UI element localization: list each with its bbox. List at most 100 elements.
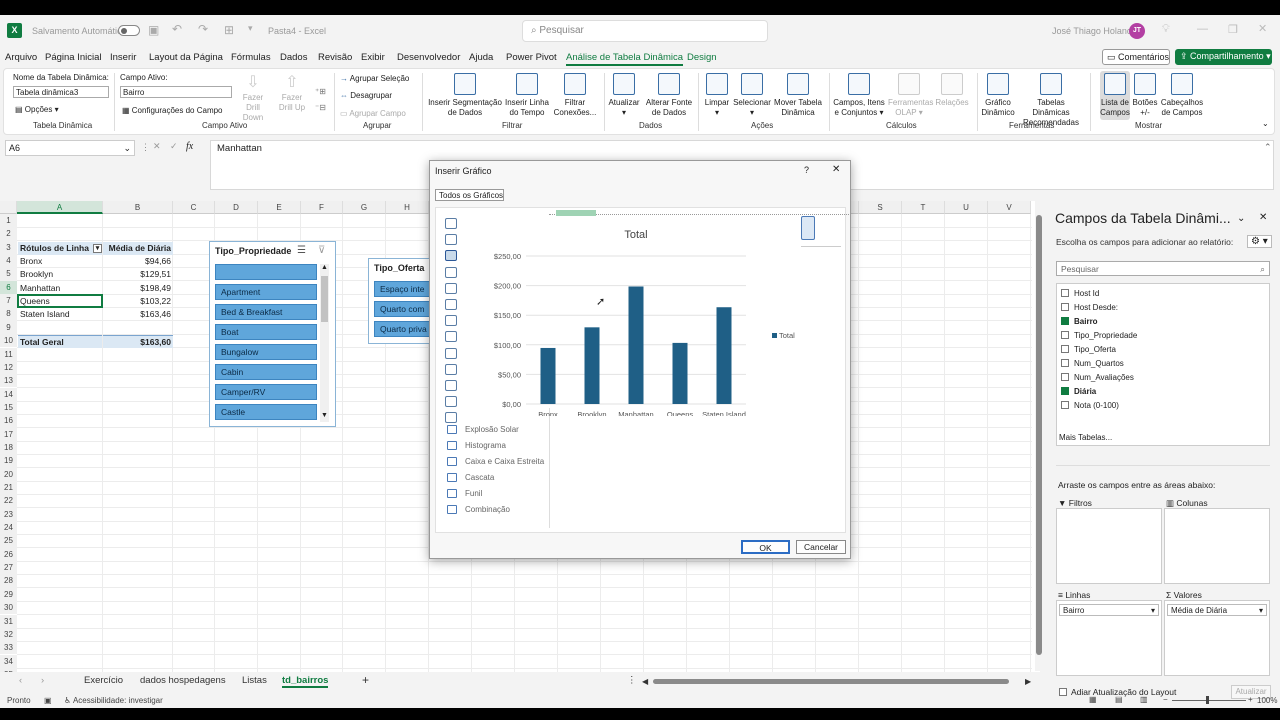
ok-button[interactable]: OK: [741, 540, 790, 554]
quick-access-icon[interactable]: ⊞: [224, 23, 234, 37]
prev-sheet-icon[interactable]: ‹: [19, 675, 22, 686]
scatter-chart-icon[interactable]: [445, 331, 457, 343]
checkbox-icon[interactable]: [1061, 387, 1069, 395]
pivot-chart-button[interactable]: Gráfico Dinâmico: [978, 73, 1018, 118]
tab-all-charts[interactable]: Todos os Gráficos: [435, 189, 504, 201]
column-header[interactable]: A: [17, 201, 103, 214]
change-source-button[interactable]: Alterar Fonte de Dados: [642, 73, 696, 118]
expand-formula-icon[interactable]: ⌃: [1264, 142, 1272, 153]
row-header[interactable]: 19: [0, 454, 17, 468]
slicer-item[interactable]: Cabin: [215, 364, 317, 380]
scroll-up-icon[interactable]: ▲: [321, 264, 328, 271]
column-header[interactable]: G: [343, 201, 386, 214]
insert-slicer-button[interactable]: Inserir Segmentação de Dados: [426, 73, 504, 118]
rows-area[interactable]: Bairro ▾: [1056, 600, 1162, 676]
chart-type-item[interactable]: Explosão Solar: [447, 425, 519, 435]
field-item[interactable]: Diária: [1061, 387, 1096, 396]
row-header[interactable]: 11: [0, 347, 17, 361]
scroll-thumb[interactable]: [321, 276, 328, 322]
field-search-input[interactable]: Pesquisar ⌕: [1056, 261, 1270, 276]
accessibility-status[interactable]: ♿︎ Acessibilidade: investigar: [64, 696, 163, 705]
column-header[interactable]: D: [215, 201, 258, 214]
relationships-button[interactable]: Relações: [932, 73, 972, 108]
row-header[interactable]: 26: [0, 547, 17, 562]
row-header[interactable]: 32: [0, 627, 17, 642]
row-header[interactable]: 24: [0, 521, 17, 535]
values-area[interactable]: Média de Diária ▾: [1164, 600, 1270, 676]
scroll-down-icon[interactable]: ▼: [321, 412, 328, 419]
checkbox-icon[interactable]: [1061, 331, 1069, 339]
pivot-row-value[interactable]: $103,22: [103, 295, 173, 308]
pivot-row-label[interactable]: Manhattan: [18, 282, 102, 295]
row-header[interactable]: 22: [0, 494, 17, 508]
expand-field-icon[interactable]: ⁺⊞: [315, 87, 326, 96]
slicer-item[interactable]: Espaço inte: [374, 281, 434, 297]
restore-icon[interactable]: ❐: [1228, 23, 1238, 36]
values-field-item[interactable]: Média de Diária ▾: [1167, 604, 1267, 616]
checkbox-icon[interactable]: [1061, 359, 1069, 367]
checkbox-icon[interactable]: [1061, 317, 1069, 325]
comments-button[interactable]: ▭ Comentários: [1102, 49, 1170, 65]
row-header[interactable]: 6: [0, 280, 17, 295]
share-button[interactable]: ⇪ Compartilhamento ▾: [1175, 49, 1272, 65]
clear-button[interactable]: Limpar ▾: [700, 73, 734, 118]
chart-type-item[interactable]: Caixa e Caixa Estreita: [447, 457, 544, 467]
map-chart-icon[interactable]: [445, 347, 457, 359]
field-item[interactable]: Bairro: [1061, 317, 1098, 326]
page-break-icon[interactable]: ▥: [1140, 695, 1148, 704]
refresh-button[interactable]: Atualizar ▾: [606, 73, 642, 118]
normal-view-icon[interactable]: ▦: [1089, 695, 1097, 704]
checkbox-icon[interactable]: [1061, 303, 1069, 311]
cancel-button[interactable]: Cancelar: [796, 540, 846, 554]
active-field-input[interactable]: Bairro: [120, 86, 232, 98]
scroll-right-icon[interactable]: ▶: [1025, 677, 1031, 686]
pivot-total-label[interactable]: Total Geral: [18, 335, 102, 348]
slicer-tipo-propriedade[interactable]: Tipo_Propriedade ☰ ⊽ Apartment Bed & Brea…: [209, 241, 336, 427]
pivot-row-label[interactable]: Bronx: [18, 255, 102, 268]
row-header[interactable]: 18: [0, 440, 17, 455]
recent-icon[interactable]: [445, 218, 457, 229]
add-sheet-icon[interactable]: +: [362, 673, 369, 687]
row-header[interactable]: 30: [0, 601, 17, 615]
minimize-icon[interactable]: —: [1197, 23, 1208, 35]
menu-pagina-inicial[interactable]: Página Inicial: [45, 52, 102, 63]
select-all-corner[interactable]: [0, 201, 17, 214]
row-header[interactable]: 16: [0, 414, 17, 428]
row-header[interactable]: 23: [0, 507, 17, 521]
pivot-row-value[interactable]: $163,46: [103, 308, 173, 321]
column-header[interactable]: S: [859, 201, 902, 214]
row-header[interactable]: 17: [0, 427, 17, 441]
fields-items-button[interactable]: Campos, Itens e Conjuntos ▾: [832, 73, 886, 118]
tab-td-bairros[interactable]: td_bairros: [282, 675, 329, 688]
treemap-chart-icon[interactable]: [445, 412, 457, 424]
avatar[interactable]: JT: [1129, 23, 1145, 39]
row-header[interactable]: 7: [0, 294, 17, 308]
field-item[interactable]: Tipo_Oferta: [1061, 345, 1116, 354]
panel-close-icon[interactable]: ✕: [1259, 212, 1267, 223]
recommended-button[interactable]: Tabelas Dinâmicas Recomendadas: [1018, 73, 1084, 128]
slicer-item[interactable]: Quarto com: [374, 301, 434, 317]
slicer-item[interactable]: Camper/RV: [215, 384, 317, 400]
scroll-left-icon[interactable]: ◀: [642, 677, 648, 686]
chart-type-item[interactable]: Combinação: [447, 505, 510, 515]
field-item[interactable]: Tipo_Propriedade: [1061, 331, 1137, 340]
next-sheet-icon[interactable]: ›: [41, 675, 44, 686]
radar-chart-icon[interactable]: [445, 396, 457, 408]
checkbox-icon[interactable]: [1061, 373, 1069, 381]
bar-chart-icon[interactable]: [445, 299, 457, 310]
slicer-item[interactable]: Quarto priva: [374, 321, 434, 337]
clear-filter-icon[interactable]: ⊽: [318, 245, 325, 256]
field-item[interactable]: Host Id: [1061, 289, 1099, 298]
pivot-value-header[interactable]: Média de Diária: [103, 242, 173, 255]
row-header[interactable]: 31: [0, 614, 17, 628]
area-chart-icon[interactable]: [445, 315, 457, 327]
options-button[interactable]: ▤ Opções ▾: [15, 105, 59, 114]
collapse-ribbon-icon[interactable]: ⌄: [1262, 119, 1269, 128]
zoom-in-icon[interactable]: +: [1248, 695, 1253, 704]
column-header[interactable]: C: [173, 201, 215, 214]
pivot-row-value[interactable]: $129,51: [103, 268, 173, 281]
column-header[interactable]: F: [301, 201, 343, 214]
zoom-slider[interactable]: [1172, 700, 1246, 701]
slicer-item[interactable]: Bungalow: [215, 344, 317, 360]
search-box[interactable]: ⌕ Pesquisar: [522, 20, 768, 42]
